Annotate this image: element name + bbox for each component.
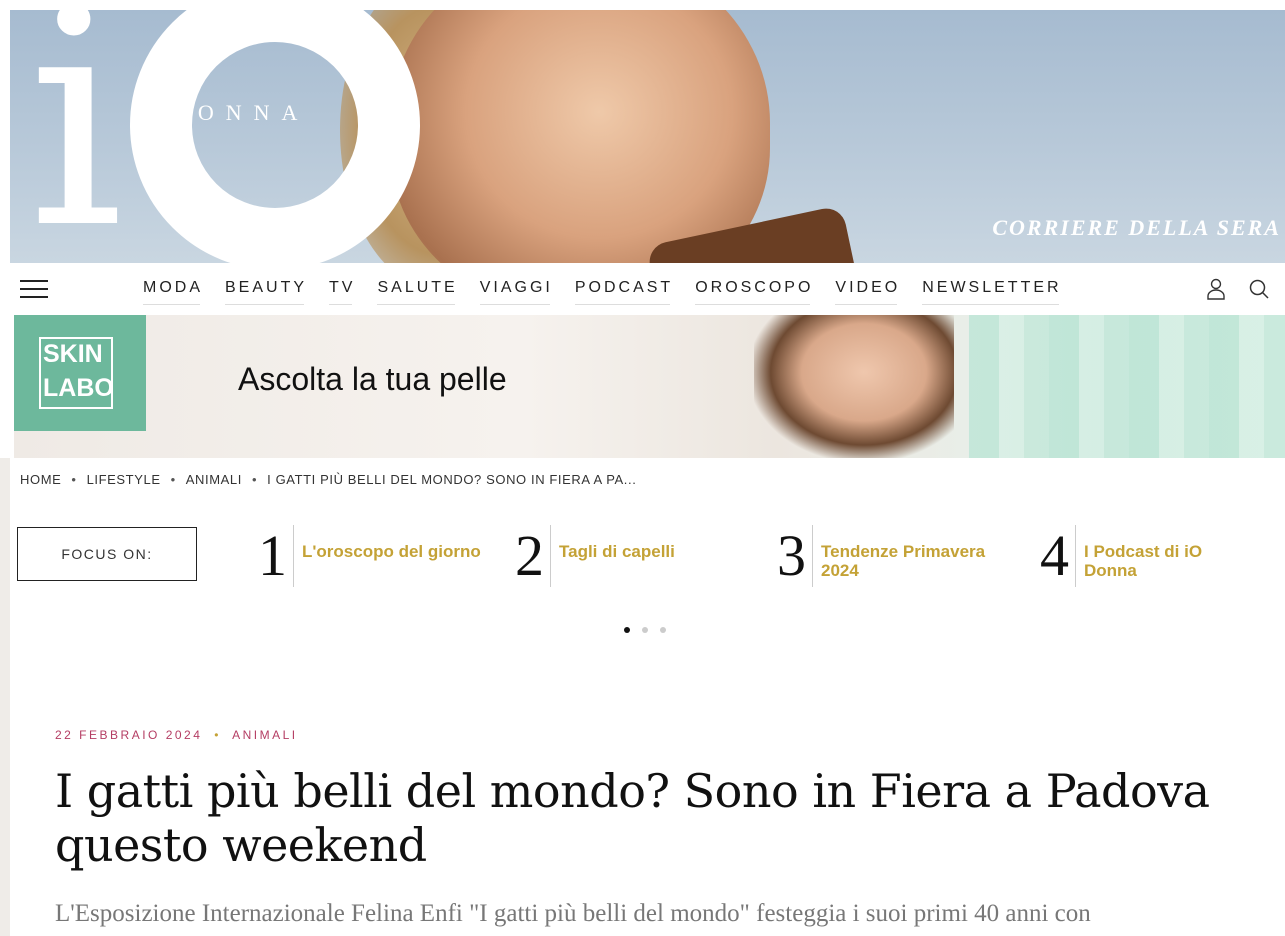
nav-item-salute[interactable]: SALUTE bbox=[377, 263, 457, 313]
skinlabo-ad-banner[interactable]: SKIN LABO Ascolta la tua pelle bbox=[14, 315, 1285, 458]
search-icon[interactable] bbox=[1248, 278, 1270, 300]
user-icon[interactable] bbox=[1206, 278, 1226, 300]
nav-item-beauty[interactable]: BEAUTY bbox=[225, 263, 307, 313]
carousel-dot[interactable] bbox=[660, 627, 666, 633]
carousel-dot-active[interactable] bbox=[624, 627, 630, 633]
nav-item-podcast[interactable]: PODCAST bbox=[574, 263, 673, 313]
focus-item-link[interactable]: Tagli di capelli bbox=[559, 542, 759, 584]
focus-item[interactable]: 4 I Podcast di iO Donna bbox=[1040, 525, 1254, 587]
main-nav: MODA BEAUTY TV SALUTE VIAGGI PODCAST ORO… bbox=[0, 263, 1285, 313]
corriere-della-sera-logo[interactable]: CORRIERE DELLA SERA bbox=[992, 215, 1281, 241]
ad-model-image bbox=[754, 315, 954, 458]
breadcrumb-home[interactable]: HOME bbox=[20, 472, 61, 487]
focus-item[interactable]: 2 Tagli di capelli bbox=[515, 525, 759, 587]
logo-donna: DONNA bbox=[170, 100, 310, 125]
logo-letter-i: i bbox=[28, 10, 124, 263]
article-title: I gatti più belli del mondo? Sono in Fie… bbox=[55, 764, 1210, 872]
nav-item-viaggi[interactable]: VIAGGI bbox=[479, 263, 553, 313]
breadcrumb-lifestyle[interactable]: LIFESTYLE bbox=[87, 472, 161, 487]
ad-tagline: Ascolta la tua pelle bbox=[238, 361, 507, 397]
focus-item-number: 2 bbox=[515, 525, 551, 587]
meta-bullet: • bbox=[214, 728, 221, 742]
logo-letter-o bbox=[130, 10, 420, 263]
focus-item-link[interactable]: L'oroscopo del giorno bbox=[302, 542, 482, 584]
carousel-dot[interactable] bbox=[642, 627, 648, 633]
article-date: 22 FEBBRAIO 2024 bbox=[55, 728, 203, 742]
nav-item-oroscopo[interactable]: OROSCOPO bbox=[695, 263, 813, 313]
breadcrumb-separator: • bbox=[251, 472, 258, 487]
focus-item[interactable]: 3 Tendenze Primavera 2024 bbox=[777, 525, 1021, 587]
article-category[interactable]: ANIMALI bbox=[232, 728, 298, 742]
breadcrumb-animali[interactable]: ANIMALI bbox=[186, 472, 242, 487]
header-hero-banner[interactable]: i DONNA CORRIERE DELLA SERA bbox=[10, 10, 1285, 263]
breadcrumb-separator: • bbox=[170, 472, 176, 487]
breadcrumb-separator: • bbox=[71, 472, 77, 487]
nav-item-tv[interactable]: TV bbox=[329, 263, 355, 313]
focus-item-number: 4 bbox=[1040, 525, 1076, 587]
focus-item[interactable]: 1 L'oroscopo del giorno bbox=[258, 525, 482, 587]
focus-on-label: FOCUS ON: bbox=[17, 527, 197, 581]
skinlabo-logo: SKIN LABO bbox=[14, 315, 146, 431]
focus-item-number: 3 bbox=[777, 525, 813, 587]
ad-curtain-image bbox=[969, 315, 1285, 458]
breadcrumb-current: I GATTI PIÙ BELLI DEL MONDO? SONO IN FIE… bbox=[267, 472, 637, 487]
focus-item-link[interactable]: Tendenze Primavera 2024 bbox=[821, 542, 1021, 584]
nav-item-video[interactable]: VIDEO bbox=[835, 263, 900, 313]
focus-item-link[interactable]: I Podcast di iO Donna bbox=[1084, 542, 1254, 584]
article-subtitle: L'Esposizione Internazionale Felina Enfi… bbox=[55, 900, 1091, 927]
breadcrumb: HOME • LIFESTYLE • ANIMALI • I GATTI PIÙ… bbox=[20, 472, 636, 487]
article-meta: 22 FEBBRAIO 2024 • ANIMALI bbox=[55, 728, 298, 742]
carousel-dots bbox=[624, 627, 666, 633]
nav-item-newsletter[interactable]: NEWSLETTER bbox=[922, 263, 1061, 313]
nav-links: MODA BEAUTY TV SALUTE VIAGGI PODCAST ORO… bbox=[143, 263, 1084, 313]
hamburger-menu-icon[interactable] bbox=[20, 280, 48, 300]
hero-face-image bbox=[390, 10, 770, 263]
page-side-rule bbox=[0, 458, 10, 936]
focus-item-number: 1 bbox=[258, 525, 294, 587]
nav-item-moda[interactable]: MODA bbox=[143, 263, 203, 313]
